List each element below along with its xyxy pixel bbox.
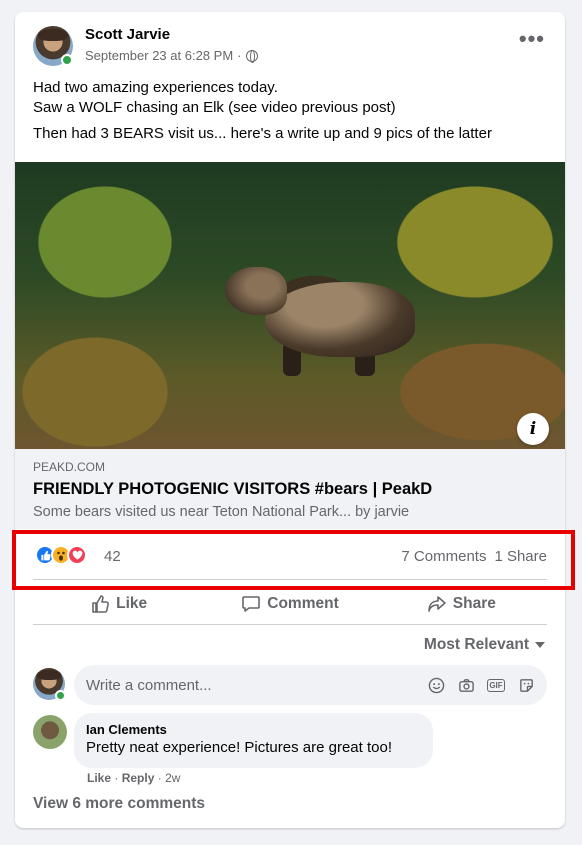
share-arrow-icon	[427, 596, 446, 612]
comment-button[interactable]: Comment	[204, 583, 375, 625]
comment-input[interactable]	[86, 676, 427, 694]
globe-icon[interactable]	[245, 49, 258, 63]
post-timestamp[interactable]: September 23 at 6:28 PM	[85, 48, 233, 63]
shares-count[interactable]: 1 Share	[494, 548, 547, 565]
commenter-avatar[interactable]	[33, 715, 67, 749]
meta-separator: ·	[237, 48, 242, 63]
comment-author[interactable]: Ian Clements	[86, 722, 421, 737]
info-icon[interactable]: i	[517, 413, 549, 445]
link-title[interactable]: FRIENDLY PHOTOGENIC VISITORS #bears | Pe…	[33, 480, 432, 499]
reactions-bar: 42 7 Comments 1 Share	[15, 529, 565, 581]
reaction-count[interactable]: 42	[104, 548, 121, 565]
view-more-comments-link[interactable]: View 6 more comments	[33, 795, 205, 813]
camera-icon[interactable]	[457, 676, 475, 694]
comment-composer[interactable]: GIF	[74, 665, 547, 705]
post-text-line: Had two amazing experiences today.	[33, 79, 278, 96]
link-description: Some bears visited us near Teton Nationa…	[33, 504, 410, 520]
like-label: Like	[116, 595, 148, 612]
caret-down-icon	[535, 642, 545, 648]
post-card: Scott Jarvie September 23 at 6:28 PM · •…	[15, 12, 565, 828]
online-status-icon	[55, 690, 66, 701]
comment-sort-dropdown[interactable]: Most Relevant	[424, 636, 545, 654]
comment-bubble: Ian Clements Pretty neat experience! Pic…	[74, 713, 433, 768]
hat-graphic	[37, 670, 61, 680]
post-header: Scott Jarvie September 23 at 6:28 PM · •…	[15, 12, 565, 82]
comment-like-link[interactable]: Like	[87, 771, 111, 785]
sort-label: Most Relevant	[423, 636, 529, 653]
composer-icons: GIF	[427, 676, 535, 694]
comment-text: Pretty neat experience! Pictures are gre…	[86, 739, 392, 756]
post-text-line: Then had 3 BEARS visit us... here's a wr…	[33, 125, 492, 142]
reaction-icons[interactable]	[35, 545, 87, 565]
link-preview-card[interactable]: PEAKD.COM FRIENDLY PHOTOGENIC VISITORS #…	[15, 449, 565, 529]
comments-count[interactable]: 7 Comments	[401, 548, 486, 565]
post-body: Had two amazing experiences today. Saw a…	[33, 78, 553, 144]
gif-icon[interactable]: GIF	[487, 676, 505, 694]
comment-actions: Like · Reply · 2w	[87, 771, 181, 785]
link-preview-image[interactable]: i	[15, 162, 565, 449]
comment-reply-link[interactable]: Reply	[122, 771, 155, 785]
hat-graphic	[38, 29, 68, 41]
divider	[33, 579, 547, 580]
share-label: Share	[452, 595, 496, 612]
divider	[33, 624, 547, 625]
engagement-stats: 7 Comments 1 Share	[401, 548, 547, 565]
comment-label: Comment	[267, 595, 339, 612]
emoji-icon[interactable]	[427, 676, 445, 694]
post-text-line: Saw a WOLF chasing an Elk (see video pre…	[33, 99, 396, 116]
love-reaction-icon	[67, 545, 87, 565]
online-status-icon	[61, 54, 73, 66]
current-user-avatar[interactable]	[33, 668, 66, 701]
author-avatar[interactable]	[33, 26, 73, 66]
author-name[interactable]: Scott Jarvie	[85, 26, 170, 43]
link-domain: PEAKD.COM	[33, 460, 106, 474]
speech-bubble-icon	[242, 596, 261, 612]
more-options-icon[interactable]: •••	[519, 28, 545, 50]
thumbs-up-icon	[92, 595, 110, 613]
like-button[interactable]: Like	[33, 583, 204, 625]
post-meta: September 23 at 6:28 PM ·	[85, 48, 258, 63]
post-actions: Like Comment Share	[33, 583, 547, 625]
sticker-icon[interactable]	[517, 676, 535, 694]
comment-age[interactable]: 2w	[165, 771, 180, 785]
bear-photo-subject	[225, 257, 415, 376]
share-button[interactable]: Share	[376, 583, 547, 625]
